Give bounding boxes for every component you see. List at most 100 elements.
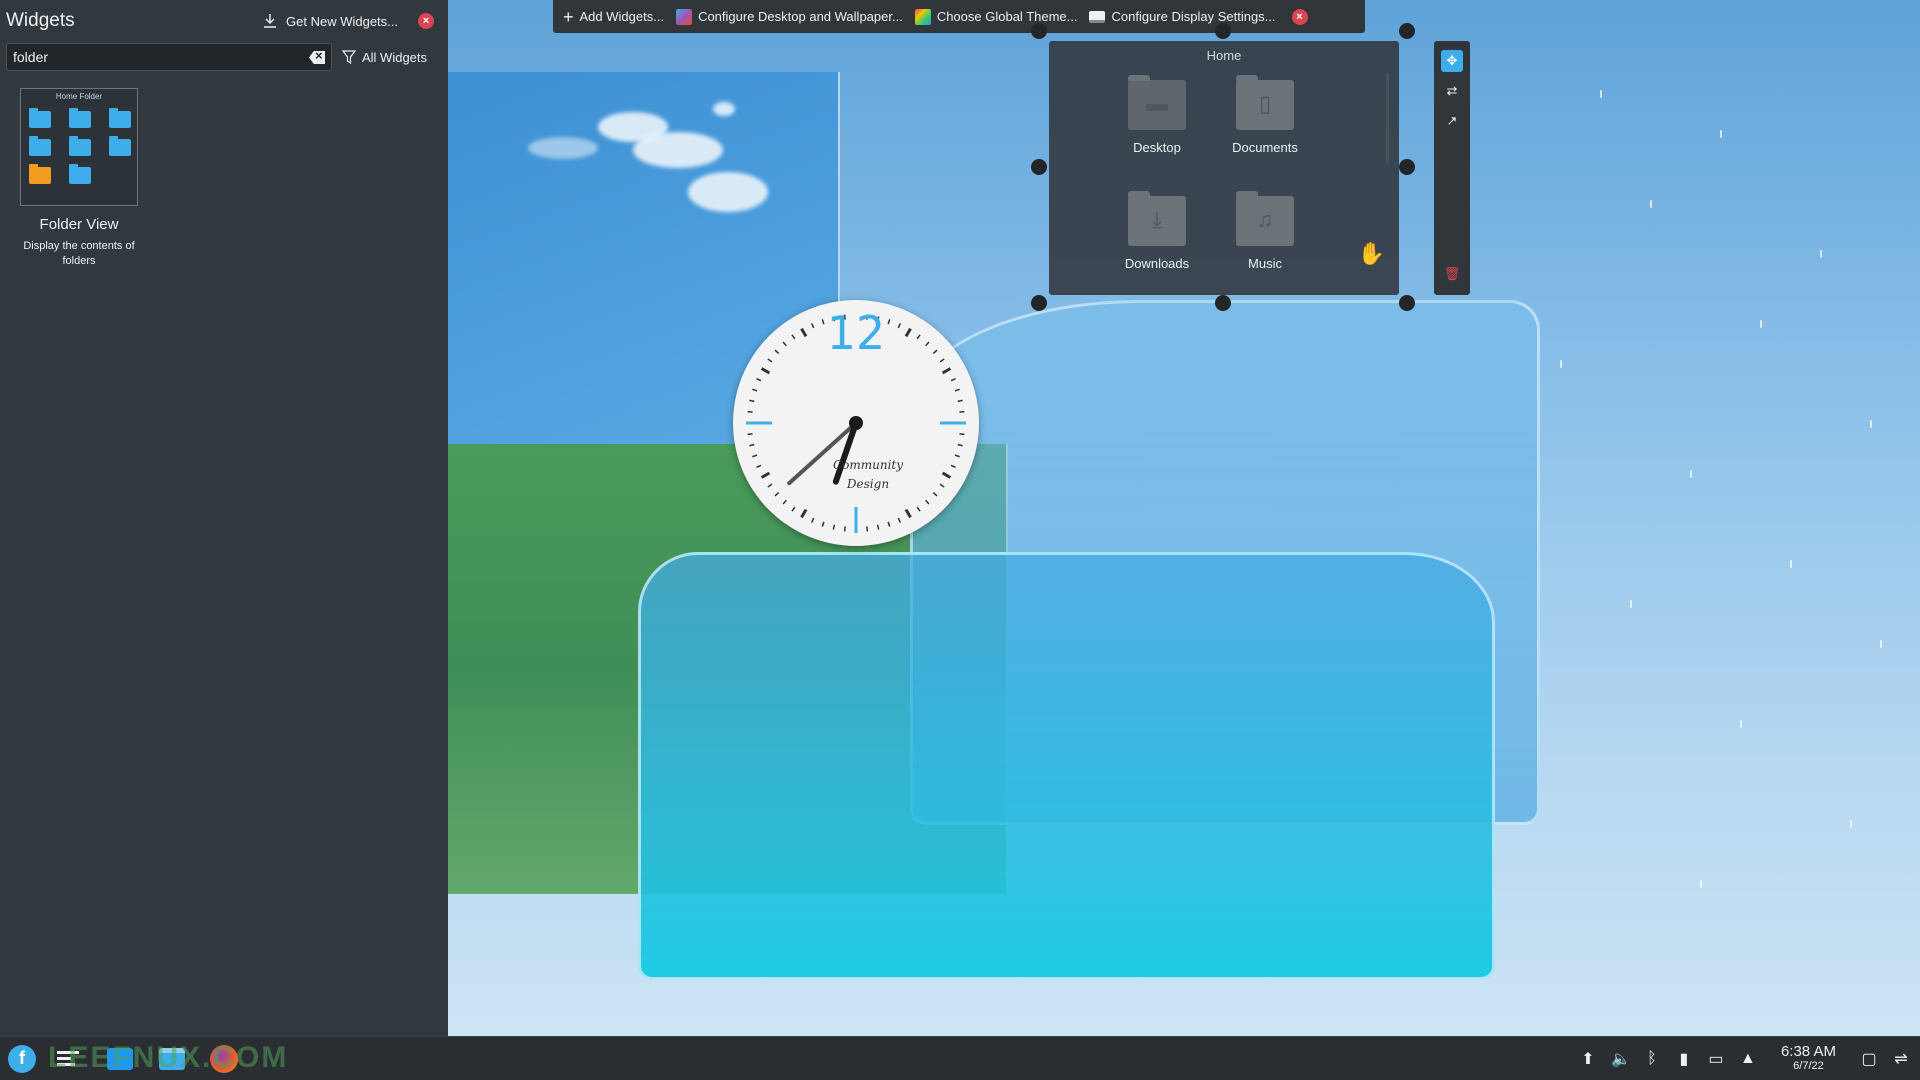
widgets-search-input[interactable] <box>7 44 331 70</box>
tray-expand-icon[interactable]: ▲ <box>1739 1050 1757 1068</box>
music-folder-icon: ♫ <box>1236 191 1294 246</box>
panel-configure-icon[interactable]: ⇌ <box>1892 1049 1910 1069</box>
move-widget-button[interactable]: ✥ <box>1441 50 1463 72</box>
widget-card-folder-view[interactable]: Home Folder Folder View Display the cont… <box>14 88 144 269</box>
clock-tick <box>897 517 902 523</box>
clock-tick <box>756 377 762 382</box>
add-widgets-label: Add Widgets... <box>579 9 665 24</box>
clock-tick <box>887 521 891 527</box>
remove-widget-icon[interactable]: 🗑 <box>1441 263 1463 285</box>
analog-clock-widget[interactable]: 12 Community Design <box>733 300 979 546</box>
global-theme-label: Choose Global Theme... <box>936 9 1078 24</box>
add-widgets-button[interactable]: + Add Widgets... <box>563 8 664 26</box>
taskbar-panel: f LEEFNUX.COM ⬆ 🔈 ᛒ ▮ ▭ ▲ 6:38 AM 6/7/22… <box>0 1036 1920 1080</box>
folder-item-label: Documents <box>1232 140 1298 155</box>
folder-view-scrollbar[interactable] <box>1386 73 1389 163</box>
folder-icon <box>69 108 91 128</box>
clock-tick <box>749 443 755 447</box>
volume-icon[interactable]: 🔈 <box>1611 1049 1631 1069</box>
folder-icon <box>109 136 131 156</box>
widgets-panel-header: Widgets Get New Widgets... × <box>0 0 448 42</box>
folder-item-documents[interactable]: ▯ Documents <box>1215 75 1315 155</box>
monitor-icon <box>1089 10 1106 23</box>
show-desktop-icon[interactable]: ▢ <box>1860 1049 1878 1069</box>
clock-tick <box>959 410 965 413</box>
system-tray: ⬆ 🔈 ᛒ ▮ ▭ ▲ 6:38 AM 6/7/22 ▢ ⇌ <box>1579 1042 1910 1073</box>
clock-tick <box>800 508 808 519</box>
close-widgets-panel-icon[interactable]: × <box>418 13 434 29</box>
choose-global-theme-button[interactable]: Choose Global Theme... <box>914 8 1078 25</box>
all-widgets-filter-button[interactable]: All Widgets <box>342 50 427 65</box>
widget-name: Folder View <box>39 216 119 233</box>
desktop-edit-toolbar: + Add Widgets... Configure Desktop and W… <box>553 0 1365 33</box>
color-theme-icon <box>914 8 931 25</box>
clock-tick <box>749 399 755 403</box>
desktop-folder-icon: ▬ <box>1128 75 1186 130</box>
clock-tick <box>925 499 930 505</box>
resize-handle-bottom[interactable] <box>1215 295 1231 311</box>
clock-tick <box>957 399 963 403</box>
get-new-widgets-button[interactable]: Get New Widgets... <box>256 6 404 36</box>
network-icon[interactable]: ▭ <box>1707 1049 1725 1069</box>
clock-tick <box>959 433 965 436</box>
folder-item-music[interactable]: ♫ Music <box>1215 191 1315 271</box>
clock-tick <box>950 377 956 382</box>
resize-handle-top-right[interactable] <box>1399 23 1415 39</box>
downloads-folder-icon: ⤓ <box>1128 191 1186 246</box>
folder-item-label: Music <box>1248 256 1282 271</box>
wallpaper-glass-front <box>638 552 1495 980</box>
resize-handle-bottom-left[interactable] <box>1031 295 1047 311</box>
wallpaper-settings-icon <box>676 8 693 25</box>
folder-icon <box>29 136 51 156</box>
watermark-text: LEEFNUX.COM <box>48 1041 289 1074</box>
clock-tick <box>954 454 960 458</box>
folder-icon <box>109 108 131 128</box>
clock-tick <box>760 471 771 479</box>
clock-tick <box>810 517 815 523</box>
clock-tick <box>941 367 952 375</box>
display-settings-button[interactable]: Configure Display Settings... <box>1089 9 1276 24</box>
application-launcher-icon[interactable]: f <box>8 1044 36 1073</box>
documents-folder-icon: ▯ <box>1236 75 1294 130</box>
update-icon[interactable]: ⬆ <box>1579 1049 1597 1069</box>
configure-widget-icon[interactable]: ⇄ <box>1441 80 1463 102</box>
resize-handle-top-left[interactable] <box>1031 23 1047 39</box>
configure-desktop-button[interactable]: Configure Desktop and Wallpaper... <box>676 8 903 25</box>
clock-tick <box>760 367 771 375</box>
clock-tick <box>774 492 780 497</box>
clock-tick <box>941 471 952 479</box>
home-folder-icon <box>29 164 51 184</box>
folder-view-title: Home <box>1206 48 1242 63</box>
clock-tick <box>876 524 880 530</box>
folder-item-downloads[interactable]: ⤓ Downloads <box>1107 191 1207 271</box>
removable-device-icon[interactable]: ▮ <box>1675 1049 1693 1069</box>
folder-item-label: Desktop <box>1133 140 1181 155</box>
clock-tick <box>756 464 762 469</box>
get-new-widgets-label: Get New Widgets... <box>286 13 398 29</box>
widgets-search-row: All Widgets <box>0 42 448 72</box>
clock-tick <box>747 410 753 413</box>
bluetooth-icon[interactable]: ᛒ <box>1643 1050 1661 1068</box>
clock-center-pin <box>849 416 863 430</box>
resize-handle-bottom-right[interactable] <box>1399 295 1415 311</box>
resize-handle-left[interactable] <box>1031 159 1047 175</box>
open-externally-icon[interactable]: ↗ <box>1441 110 1463 132</box>
plus-icon: + <box>563 6 574 27</box>
display-settings-label: Configure Display Settings... <box>1111 9 1276 24</box>
exit-edit-mode-icon[interactable]: × <box>1291 8 1308 25</box>
clock-time: 6:38 AM <box>1780 1042 1836 1060</box>
clock-brand-line2: Design <box>846 477 890 491</box>
digital-clock[interactable]: 6:38 AM 6/7/22 <box>1780 1042 1836 1073</box>
configure-desktop-label: Configure Desktop and Wallpaper... <box>698 9 903 24</box>
clock-tick <box>904 508 912 519</box>
folder-icon <box>69 164 91 184</box>
folder-item-desktop[interactable]: ▬ Desktop <box>1107 75 1207 155</box>
drag-hand-icon[interactable]: ✋ <box>1358 241 1385 267</box>
clock-tick <box>752 454 758 458</box>
clock-brand-text: Community Design <box>823 456 913 494</box>
folder-view-widget[interactable]: Home ▬ Desktop ▯ Documents ⤓ Downloads ♫… <box>1049 41 1399 295</box>
clock-brand-line1: Community <box>832 458 904 472</box>
clock-tick <box>954 388 960 392</box>
resize-handle-right[interactable] <box>1399 159 1415 175</box>
resize-handle-top[interactable] <box>1215 23 1231 39</box>
